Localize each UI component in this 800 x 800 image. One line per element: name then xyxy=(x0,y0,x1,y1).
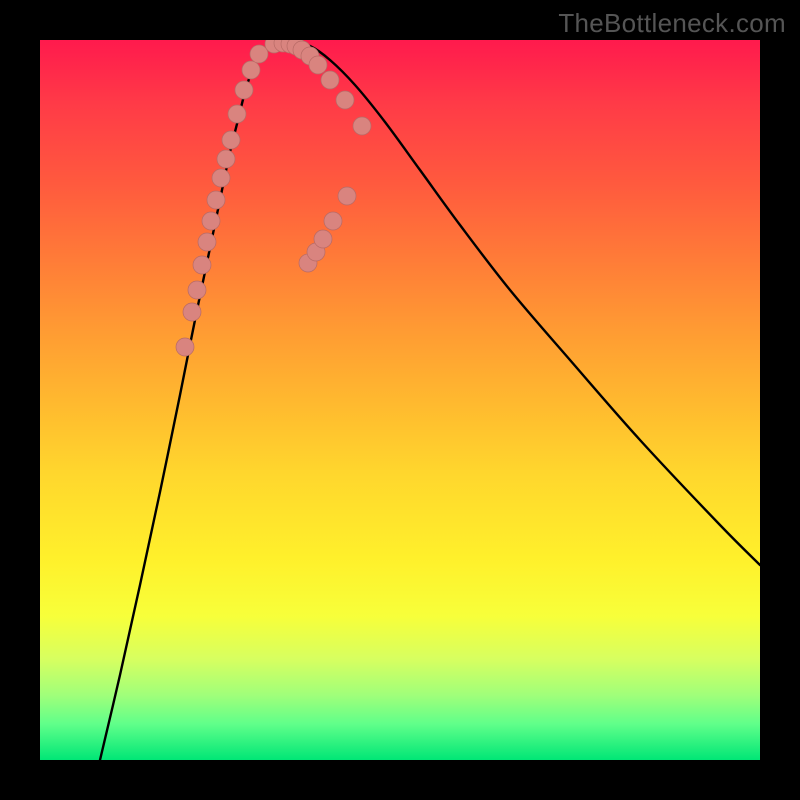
data-dot xyxy=(314,230,332,248)
data-dot xyxy=(207,191,225,209)
data-dot xyxy=(217,150,235,168)
data-dot xyxy=(176,338,194,356)
watermark-text: TheBottleneck.com xyxy=(558,8,786,39)
data-dot xyxy=(353,117,371,135)
data-dot xyxy=(309,56,327,74)
data-dot xyxy=(250,45,268,63)
plot-area xyxy=(40,40,760,760)
data-dot xyxy=(336,91,354,109)
data-dot xyxy=(198,233,216,251)
data-dot xyxy=(202,212,220,230)
data-dot xyxy=(321,71,339,89)
data-dot xyxy=(242,61,260,79)
data-dot xyxy=(193,256,211,274)
dots-right xyxy=(265,40,371,272)
curve-svg xyxy=(40,40,760,760)
data-dot xyxy=(212,169,230,187)
data-dot xyxy=(324,212,342,230)
data-dot xyxy=(188,281,206,299)
bottleneck-curve xyxy=(100,42,760,760)
data-dot xyxy=(222,131,240,149)
chart-frame: TheBottleneck.com xyxy=(0,0,800,800)
dots-left xyxy=(176,45,268,356)
data-dot xyxy=(235,81,253,99)
data-dot xyxy=(183,303,201,321)
data-dot xyxy=(338,187,356,205)
data-dot xyxy=(228,105,246,123)
